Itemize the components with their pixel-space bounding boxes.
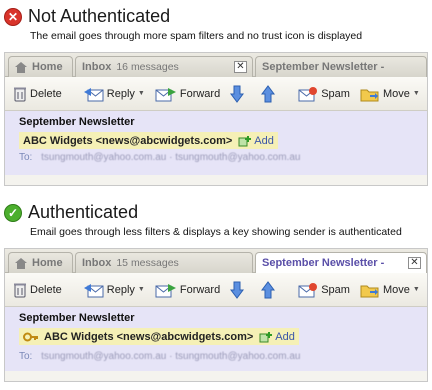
authenticated-section: ✓ Authenticated Email goes through less … bbox=[0, 196, 432, 390]
spam-button[interactable]: Spam bbox=[298, 86, 350, 102]
tab-newsletter[interactable]: September Newsletter - bbox=[255, 56, 427, 77]
reply-envelope-icon bbox=[83, 87, 104, 101]
forward-button[interactable]: Forward bbox=[155, 86, 220, 102]
home-icon bbox=[15, 257, 27, 269]
trash-icon bbox=[14, 87, 26, 101]
spam-icon bbox=[298, 86, 318, 101]
close-tab-button[interactable]: ✕ bbox=[408, 257, 421, 269]
delete-button[interactable]: Delete bbox=[13, 282, 62, 298]
tab-inbox-label: Inbox bbox=[82, 257, 112, 269]
not-authenticated-section: ✕ Not Authenticated The email goes throu… bbox=[0, 0, 432, 186]
tab-home-label: Home bbox=[32, 61, 63, 73]
previous-message-button[interactable] bbox=[261, 280, 278, 299]
message-body-edge bbox=[5, 371, 427, 381]
close-tab-button[interactable]: ✕ bbox=[234, 61, 247, 73]
tab-inbox[interactable]: Inbox 16 messages ✕ bbox=[75, 56, 253, 77]
section-caption: Email goes through less filters & displa… bbox=[30, 226, 402, 238]
forward-envelope-icon bbox=[155, 87, 176, 101]
spam-label: Spam bbox=[321, 87, 350, 100]
message-subject: September Newsletter bbox=[19, 116, 135, 128]
toolbar: Delete Reply ▼ Forward Spam Move ▼ bbox=[5, 77, 427, 111]
to-label: To: bbox=[19, 152, 33, 163]
sender-row: ABC Widgets <news@abcwidgets.com> Add bbox=[19, 328, 299, 345]
sender-row: ABC Widgets <news@abcwidgets.com> Add bbox=[19, 132, 278, 149]
move-button[interactable]: Move ▼ bbox=[360, 86, 420, 102]
arrow-down-icon bbox=[230, 281, 245, 299]
tab-inbox-label: Inbox bbox=[82, 61, 112, 73]
heading-row: ✓ Authenticated bbox=[4, 202, 138, 223]
add-label: Add bbox=[254, 134, 274, 147]
heading-row: ✕ Not Authenticated bbox=[4, 6, 170, 27]
to-label: To: bbox=[19, 350, 33, 362]
chevron-down-icon: ▼ bbox=[137, 90, 145, 97]
add-contact-button[interactable]: Add bbox=[259, 331, 295, 343]
reply-button[interactable]: Reply ▼ bbox=[82, 86, 145, 102]
move-label: Move bbox=[382, 87, 410, 100]
arrow-up-icon bbox=[261, 84, 276, 102]
tab-home-label: Home bbox=[32, 257, 63, 269]
tab-newsletter-label: September Newsletter - bbox=[262, 61, 385, 73]
next-message-button[interactable] bbox=[230, 85, 247, 103]
tab-newsletter[interactable]: September Newsletter - ✕ bbox=[255, 252, 427, 273]
tab-newsletter-label: September Newsletter - bbox=[262, 257, 385, 269]
mail-client-window: Home Inbox 15 messages September Newslet… bbox=[4, 248, 428, 382]
mail-client-window: Home Inbox 16 messages ✕ September Newsl… bbox=[4, 52, 428, 186]
tab-bar: Home Inbox 15 messages September Newslet… bbox=[5, 249, 427, 273]
check-icon: ✓ bbox=[4, 203, 22, 222]
add-contact-icon bbox=[259, 331, 273, 342]
next-message-button[interactable] bbox=[230, 281, 247, 299]
folder-move-icon bbox=[360, 89, 379, 101]
move-label: Move bbox=[382, 283, 410, 296]
reply-button[interactable]: Reply ▼ bbox=[82, 282, 145, 298]
key-icon bbox=[23, 332, 38, 341]
recipient-row: To: tsungmouth@yahoo.com.au · tsungmouth… bbox=[19, 351, 421, 362]
spam-icon bbox=[298, 282, 318, 297]
add-label: Add bbox=[275, 330, 295, 343]
recipient-addresses: tsungmouth@yahoo.com.au · tsungmouth@yah… bbox=[41, 152, 301, 163]
spam-label: Spam bbox=[321, 283, 350, 296]
message-header: September Newsletter ABC Widgets <news@a… bbox=[5, 111, 427, 175]
sender-address[interactable]: ABC Widgets <news@abcwidgets.com> bbox=[23, 135, 232, 147]
chevron-down-icon: ▼ bbox=[412, 286, 420, 293]
recipient-addresses: tsungmouth@yahoo.com.au · tsungmouth@yah… bbox=[41, 350, 301, 362]
tab-bar: Home Inbox 16 messages ✕ September Newsl… bbox=[5, 53, 427, 77]
tab-home[interactable]: Home bbox=[8, 56, 73, 77]
add-contact-icon bbox=[238, 135, 252, 146]
reply-envelope-icon bbox=[83, 283, 104, 297]
delete-button[interactable]: Delete bbox=[13, 86, 62, 102]
forward-button[interactable]: Forward bbox=[155, 282, 220, 298]
reply-label: Reply bbox=[106, 87, 135, 100]
inbox-count: 16 messages bbox=[116, 61, 179, 73]
arrow-up-icon bbox=[261, 280, 276, 298]
previous-message-button[interactable] bbox=[261, 84, 278, 103]
chevron-down-icon: ▼ bbox=[412, 90, 420, 97]
tab-home[interactable]: Home bbox=[8, 252, 73, 273]
message-header: September Newsletter ABC Widgets <news@a… bbox=[5, 307, 427, 371]
message-body-edge bbox=[5, 175, 427, 185]
section-title: Authenticated bbox=[28, 202, 139, 222]
section-title: Not Authenticated bbox=[28, 6, 171, 26]
spam-button[interactable]: Spam bbox=[298, 282, 350, 298]
folder-move-icon bbox=[360, 285, 379, 297]
chevron-down-icon: ▼ bbox=[137, 286, 145, 293]
recipient-row: To: tsungmouth@yahoo.com.au · tsungmouth… bbox=[19, 152, 421, 163]
sender-address[interactable]: ABC Widgets <news@abcwidgets.com> bbox=[44, 331, 253, 343]
toolbar: Delete Reply ▼ Forward Spam Move ▼ bbox=[5, 273, 427, 307]
tab-inbox[interactable]: Inbox 15 messages bbox=[75, 252, 253, 273]
home-icon bbox=[15, 61, 27, 73]
arrow-down-icon bbox=[230, 85, 245, 103]
forward-label: Forward bbox=[179, 283, 221, 296]
delete-label: Delete bbox=[30, 283, 62, 296]
error-x-icon: ✕ bbox=[4, 7, 22, 26]
trash-icon bbox=[14, 283, 26, 297]
forward-label: Forward bbox=[179, 87, 221, 100]
inbox-count: 15 messages bbox=[116, 257, 179, 269]
add-contact-button[interactable]: Add bbox=[238, 135, 274, 147]
move-button[interactable]: Move ▼ bbox=[360, 282, 420, 298]
section-caption: The email goes through more spam filters… bbox=[30, 30, 363, 42]
message-subject: September Newsletter bbox=[19, 312, 135, 324]
forward-envelope-icon bbox=[155, 283, 176, 297]
delete-label: Delete bbox=[30, 87, 62, 100]
reply-label: Reply bbox=[106, 283, 135, 296]
